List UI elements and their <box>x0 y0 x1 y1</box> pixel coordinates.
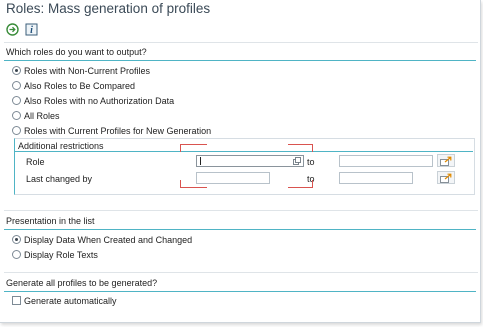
radio-button[interactable] <box>12 66 21 75</box>
radio-current-profiles-new-generation[interactable]: Roles with Current Profiles for New Gene… <box>12 125 211 136</box>
radio-display-created-changed[interactable]: Display Data When Created and Changed <box>12 234 192 245</box>
section-underline <box>4 229 476 230</box>
page-title: Roles: Mass generation of profiles <box>6 1 211 16</box>
radio-all-roles[interactable]: All Roles <box>12 110 60 121</box>
radio-button[interactable] <box>12 96 21 105</box>
radio-label: Roles with Non-Current Profiles <box>24 65 151 76</box>
section-divider <box>4 210 478 211</box>
radio-button[interactable] <box>12 81 21 90</box>
role-label: Role <box>26 157 45 167</box>
text-caret <box>200 157 201 165</box>
information-icon[interactable]: i <box>25 23 38 36</box>
multiple-selection-button[interactable] <box>437 171 455 184</box>
multiple-selection-icon <box>440 156 452 166</box>
section-divider <box>4 42 478 43</box>
role-to-label: to <box>307 157 315 167</box>
last-changed-by-label: Last changed by <box>26 174 93 184</box>
generate-automatically-option[interactable]: Generate automatically <box>12 295 117 306</box>
checkbox-label: Generate automatically <box>24 295 117 306</box>
section-underline <box>4 60 476 61</box>
radio-label: Display Role Texts <box>24 249 98 260</box>
highlight-bracket-bottom-left <box>180 180 207 188</box>
radio-label: Roles with Current Profiles for New Gene… <box>24 125 212 136</box>
radio-display-role-texts[interactable]: Display Role Texts <box>12 249 98 260</box>
presentation-section-header: Presentation in the list <box>4 216 476 230</box>
value-help-icon[interactable] <box>293 157 301 165</box>
role-from-input[interactable] <box>196 155 304 167</box>
radio-label: All Roles <box>24 110 60 121</box>
radio-label: Display Data When Created and Changed <box>24 234 193 245</box>
restrictions-title: Additional restrictions <box>18 141 104 151</box>
radio-button[interactable] <box>12 235 21 244</box>
svg-text:i: i <box>30 25 33 36</box>
output-section-title: Which roles do you want to output? <box>6 47 147 57</box>
multiple-selection-icon <box>440 173 452 183</box>
radio-button[interactable] <box>12 126 21 135</box>
generate-automatically-checkbox[interactable] <box>12 296 21 305</box>
radio-non-current-profiles[interactable]: Roles with Non-Current Profiles <box>12 65 150 76</box>
execute-icon[interactable] <box>6 22 19 36</box>
role-to-input[interactable] <box>339 155 433 167</box>
last-changed-by-from-input[interactable] <box>196 172 270 184</box>
section-divider <box>4 272 478 273</box>
restrictions-underline <box>15 151 473 152</box>
window-frame: Roles: Mass generation of profiles i Whi… <box>0 0 481 323</box>
radio-button[interactable] <box>12 250 21 259</box>
radio-label: Also Roles with no Authorization Data <box>24 95 175 106</box>
radio-label: Also Roles to Be Compared <box>24 80 136 91</box>
highlight-bracket-top-right <box>288 144 313 152</box>
generate-section-title: Generate all profiles to be generated? <box>6 278 158 288</box>
radio-no-authorization-data[interactable]: Also Roles with no Authorization Data <box>12 95 174 106</box>
last-changed-by-to-input[interactable] <box>339 172 413 184</box>
highlight-bracket-top-left <box>180 144 207 152</box>
presentation-section-title: Presentation in the list <box>6 216 95 226</box>
section-underline <box>4 291 476 292</box>
generate-section-header: Generate all profiles to be generated? <box>4 278 476 292</box>
highlight-bracket-bottom-right <box>288 180 313 188</box>
toolbar: i <box>6 22 38 36</box>
output-section-header: Which roles do you want to output? <box>4 47 476 61</box>
radio-roles-to-be-compared[interactable]: Also Roles to Be Compared <box>12 80 135 91</box>
multiple-selection-button[interactable] <box>437 154 455 167</box>
radio-button[interactable] <box>12 111 21 120</box>
